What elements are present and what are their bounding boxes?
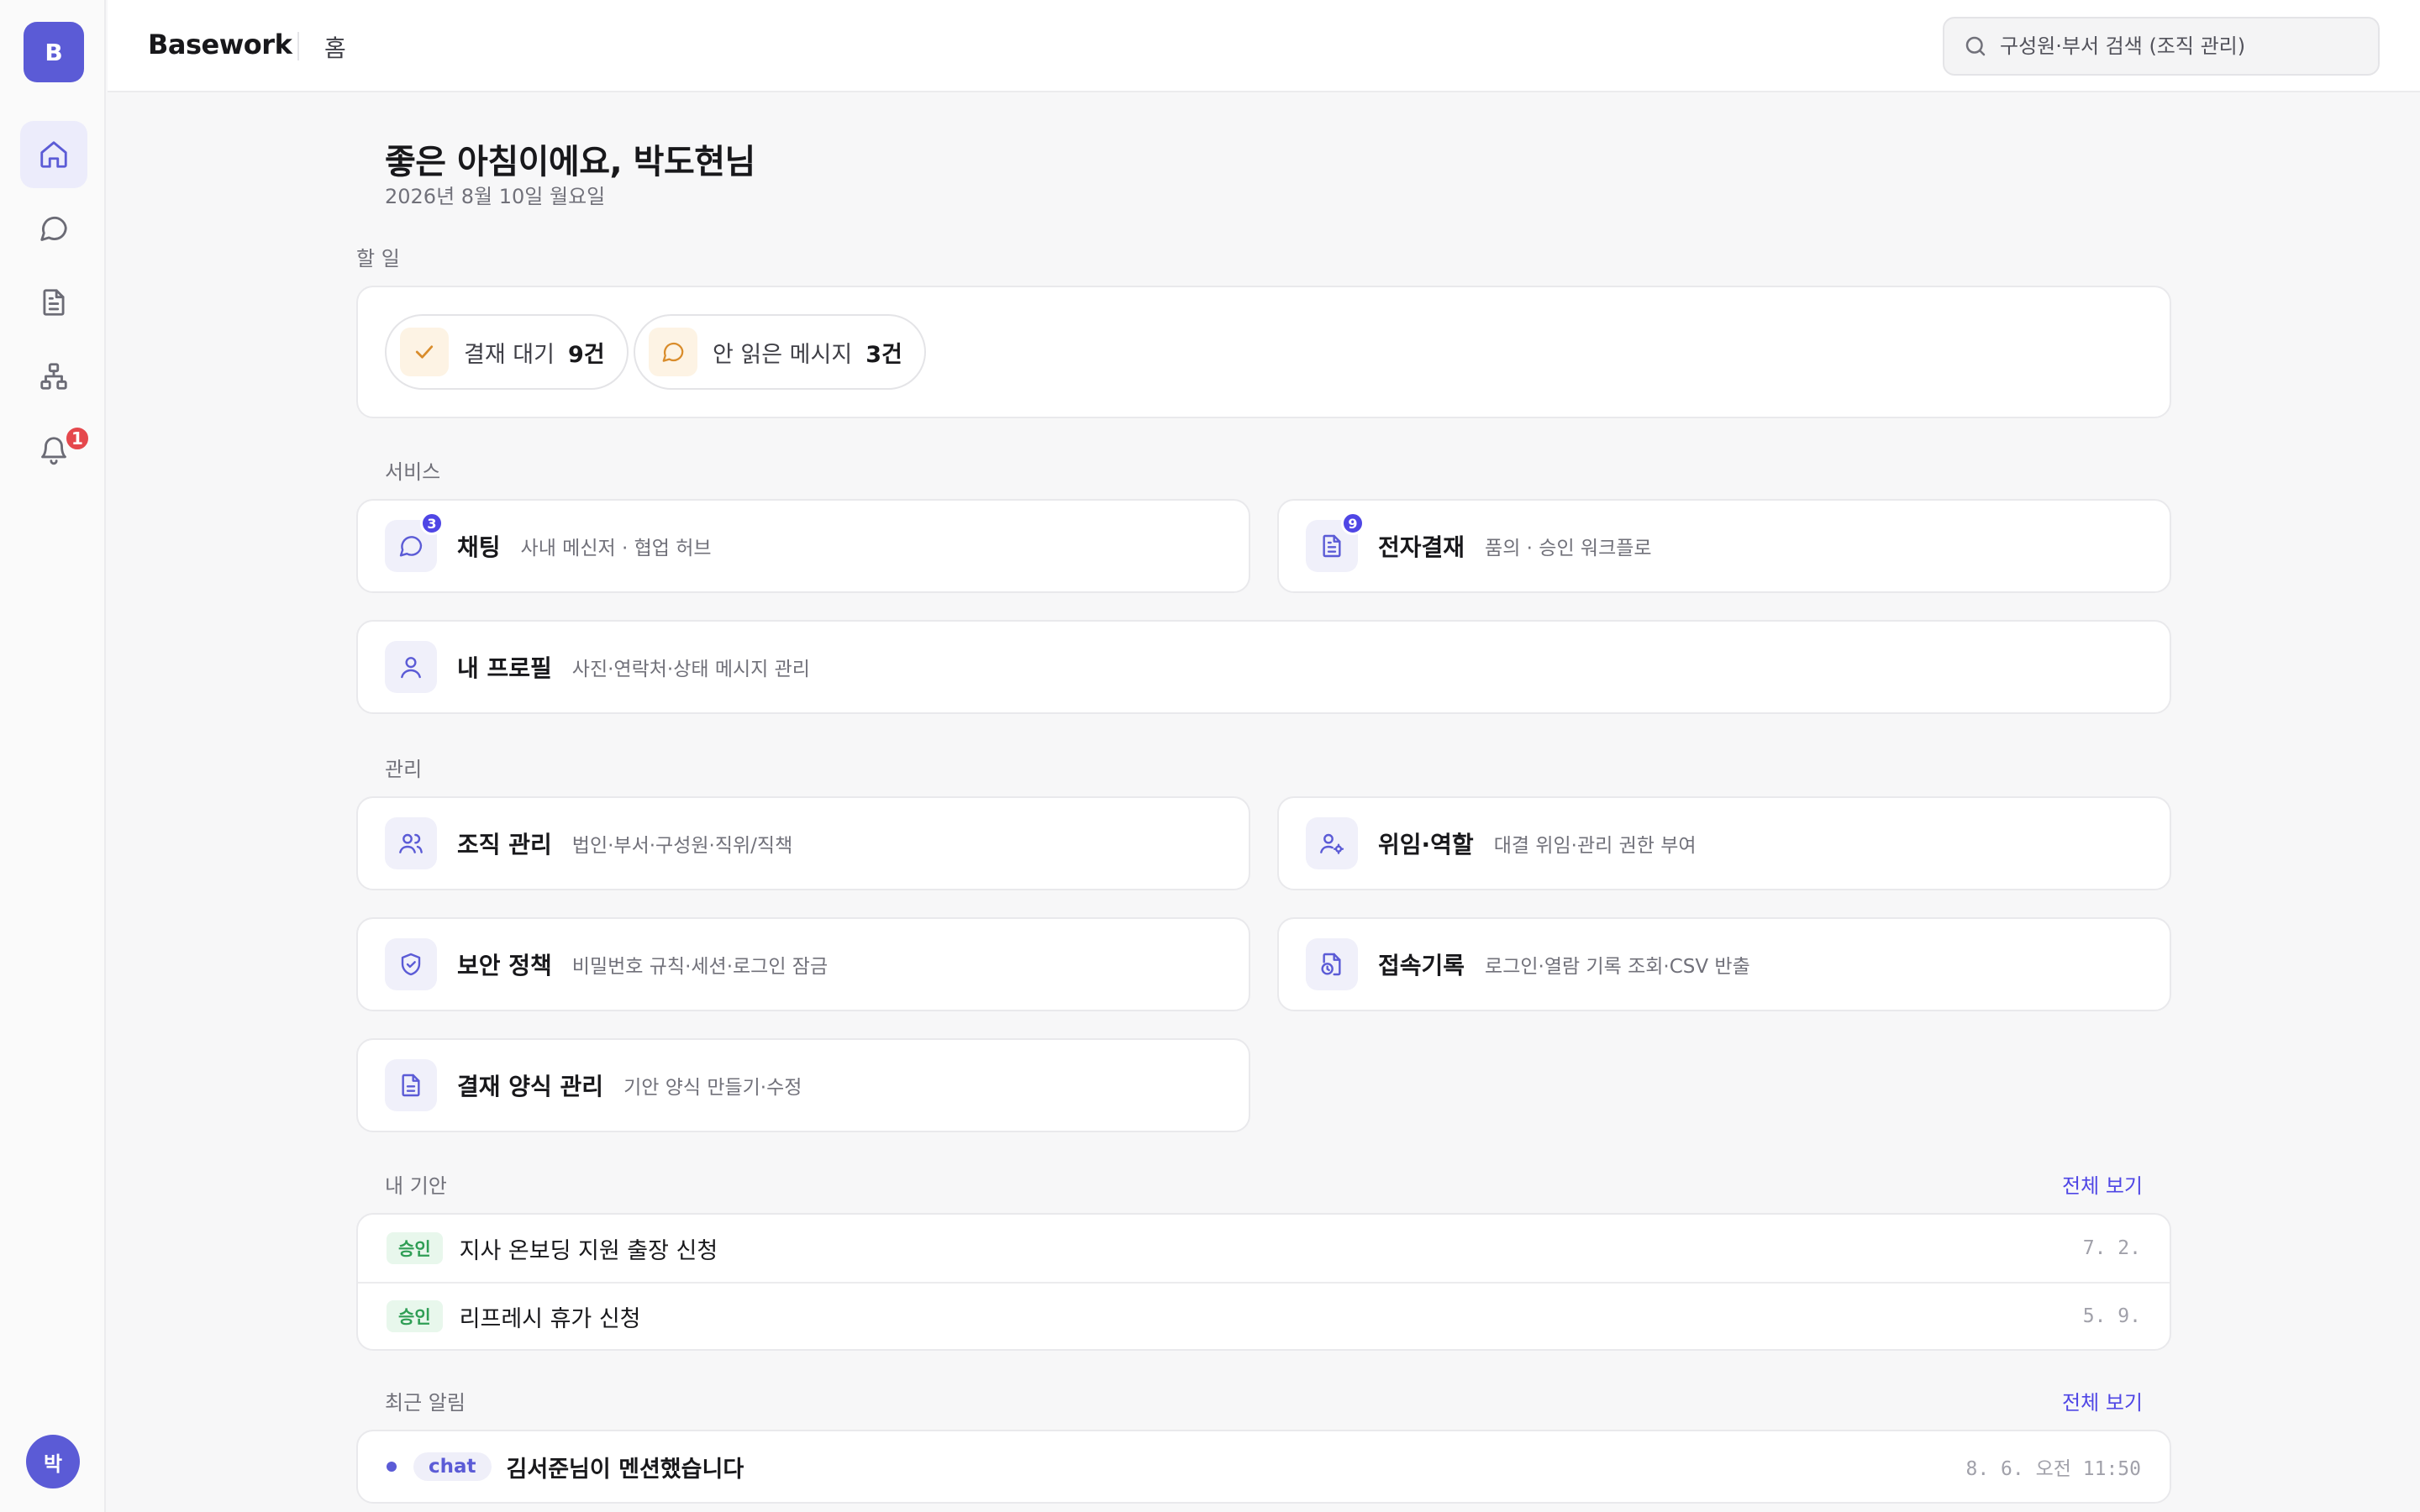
draft-date: 5. 9. [2082, 1305, 2141, 1327]
notification-title: 김서준님이 멘션했습니다 [506, 1456, 744, 1483]
status-badge: 승인 [387, 1232, 443, 1264]
admin-desc: 기안 양식 만들기·수정 [623, 1077, 802, 1099]
chat-icon [40, 217, 67, 241]
shield-check-icon [401, 953, 421, 976]
org-chart-icon [40, 363, 67, 390]
document-icon [1323, 534, 1341, 558]
service-desc: 사진·연락처·상태 메시지 관리 [571, 659, 810, 680]
admin-card-delegation[interactable]: 위임·역할 대결 위임·관리 권한 부여 [1277, 796, 2171, 890]
notifications-view-all-link[interactable]: 전체 보기 [2062, 1386, 2143, 1415]
notification-time: 8. 6. 오전 11:50 [1965, 1458, 2142, 1480]
draft-title: 리프레시 휴가 신청 [459, 1305, 641, 1332]
user-avatar[interactable]: 박 [26, 1435, 80, 1488]
todo-section-label: 할 일 [356, 247, 400, 270]
todo-chip-count: 9건 [567, 341, 605, 368]
document-icon [43, 289, 65, 316]
chat-icon [662, 342, 684, 362]
draft-row[interactable]: 승인 지사 온보딩 지원 출장 신청 7. 2. [358, 1215, 2170, 1282]
draft-title: 지사 온보딩 지원 출장 신청 [459, 1237, 718, 1264]
admin-desc: 비밀번호 규칙·세션·로그인 잠금 [571, 956, 829, 978]
todo-chip-unread-messages[interactable]: 안 읽은 메시지 3건 [634, 314, 926, 390]
page-title: 홈 [324, 34, 346, 62]
admin-title: 결재 양식 관리 [457, 1073, 604, 1100]
admin-title: 조직 관리 [457, 831, 552, 858]
top-header: Basework 홈 [108, 0, 2420, 92]
home-icon [40, 141, 67, 168]
notification-row[interactable]: chat 김서준님이 멘션했습니다 8. 6. 오전 11:50 [358, 1433, 2170, 1500]
service-card-chat[interactable]: 3 채팅 사내 메신저 · 협업 허브 [356, 499, 1250, 593]
service-title: 전자결재 [1378, 533, 1465, 561]
admin-desc: 로그인·열람 기록 조회·CSV 반출 [1485, 956, 1750, 978]
admin-card-access-log[interactable]: 접속기록 로그인·열람 기록 조회·CSV 반출 [1277, 917, 2171, 1011]
todo-chip-label: 안 읽은 메시지 [713, 341, 853, 368]
user-gear-icon [1320, 833, 1344, 854]
service-title: 채팅 [457, 533, 501, 561]
service-card-profile[interactable]: 내 프로필 사진·연락처·상태 메시지 관리 [356, 620, 2171, 714]
sidebar-item-chat[interactable] [20, 195, 87, 262]
todo-chip-label: 결재 대기 [464, 341, 555, 368]
sidebar: B 1 박 [0, 0, 106, 1512]
admin-section-label: 관리 [385, 758, 423, 781]
sidebar-item-approval[interactable] [20, 269, 87, 336]
draft-date: 7. 2. [2082, 1237, 2141, 1259]
admin-title: 위임·역할 [1378, 831, 1474, 858]
service-desc: 품의 · 승인 워크플로 [1485, 538, 1652, 559]
todo-chip-count: 3건 [865, 341, 902, 368]
services-section-label: 서비스 [385, 460, 441, 484]
admin-desc: 법인·부서·구성원·직위/직책 [571, 835, 793, 857]
search-input[interactable] [2000, 34, 2361, 58]
chat-icon [399, 536, 423, 557]
admin-title: 접속기록 [1378, 952, 1465, 979]
draft-row[interactable]: 승인 리프레시 휴가 신청 5. 9. [358, 1282, 2170, 1349]
notifications-list: chat 김서준님이 멘션했습니다 8. 6. 오전 11:50 [356, 1430, 2171, 1504]
sidebar-item-home[interactable] [20, 121, 87, 188]
notifications-section-label: 최근 알림 [385, 1391, 466, 1415]
user-icon [401, 657, 421, 679]
file-clock-icon [1321, 953, 1341, 976]
service-badge: 3 [420, 512, 444, 535]
status-badge: 승인 [387, 1300, 443, 1332]
my-drafts-list: 승인 지사 온보딩 지원 출장 신청 7. 2. 승인 리프레시 휴가 신청 5… [356, 1213, 2171, 1351]
sidebar-item-notifications[interactable]: 1 [20, 417, 91, 484]
todo-card: 결재 대기 9건 안 읽은 메시지 3건 [356, 286, 2171, 418]
admin-card-forms[interactable]: 결재 양식 관리 기안 양식 만들기·수정 [356, 1038, 1250, 1132]
my-drafts-section-label: 내 기안 [385, 1174, 447, 1198]
logo-badge[interactable]: B [24, 22, 84, 82]
todo-chip-pending-approval[interactable]: 결재 대기 9건 [385, 314, 629, 390]
greeting-date: 2026년 8월 10일 월요일 [385, 185, 606, 208]
check-icon [415, 345, 434, 359]
notification-tag: chat [413, 1452, 492, 1481]
admin-desc: 대결 위임·관리 권한 부여 [1493, 835, 1697, 857]
form-document-icon [402, 1074, 420, 1097]
my-drafts-view-all-link[interactable]: 전체 보기 [2062, 1169, 2143, 1199]
admin-card-security[interactable]: 보안 정책 비밀번호 규칙·세션·로그인 잠금 [356, 917, 1250, 1011]
service-desc: 사내 메신저 · 협업 허브 [520, 538, 712, 559]
unread-dot [387, 1462, 397, 1472]
search-box[interactable] [1943, 17, 2380, 76]
header-divider [297, 32, 299, 60]
search-icon [1965, 36, 1986, 56]
greeting-title: 좋은 아침이에요, 박도현님 [385, 143, 755, 181]
admin-card-organization[interactable]: 조직 관리 법인·부서·구성원·직위/직책 [356, 796, 1250, 890]
service-title: 내 프로필 [457, 654, 552, 682]
users-icon [399, 833, 423, 853]
sidebar-item-organization[interactable] [20, 343, 87, 410]
service-badge: 9 [1341, 512, 1365, 535]
notification-count-badge: 1 [64, 425, 91, 452]
brand-name[interactable]: Basework [148, 29, 292, 60]
admin-title: 보안 정책 [457, 952, 552, 979]
service-card-approval[interactable]: 9 전자결재 품의 · 승인 워크플로 [1277, 499, 2171, 593]
